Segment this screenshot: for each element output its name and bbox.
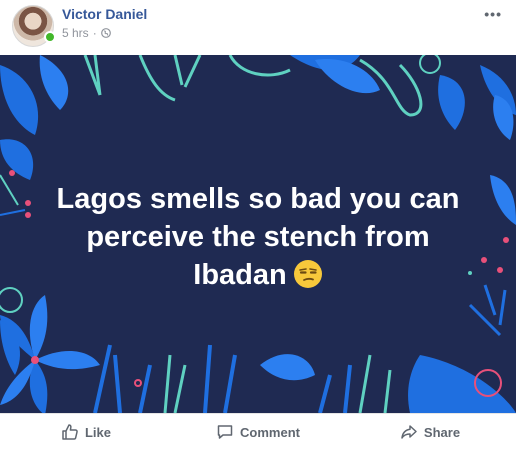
caption-line: perceive the stench from [86, 221, 430, 253]
post-caption: Lagos smells so bad you can perceive the… [0, 180, 516, 294]
more-options-icon[interactable]: ••• [484, 6, 502, 22]
share-button[interactable]: Share [344, 414, 516, 450]
online-status-dot [44, 31, 56, 43]
post-actions: Like Comment Share [0, 413, 516, 450]
post-header: Victor Daniel 5 hrs · ••• [0, 0, 516, 55]
comment-icon [217, 425, 233, 439]
comment-button[interactable]: Comment [172, 414, 344, 450]
post-image[interactable]: Lagos smells so bad you can perceive the… [0, 55, 516, 413]
thumbs-up-icon [62, 424, 78, 440]
like-button[interactable]: Like [0, 414, 172, 450]
caption-line: Lagos smells so bad you can [56, 183, 460, 215]
author-name[interactable]: Victor Daniel [62, 6, 147, 22]
post-timestamp[interactable]: 5 hrs [62, 26, 89, 40]
share-arrow-icon [401, 425, 417, 439]
caption-line-text: Ibadan [193, 259, 287, 291]
meta-separator: · [92, 26, 97, 40]
share-label: Share [423, 424, 461, 440]
post-meta: 5 hrs · [62, 26, 111, 40]
globe-icon[interactable] [100, 28, 111, 38]
facebook-post: Victor Daniel 5 hrs · ••• Lagos smells s… [0, 0, 516, 450]
caption-line-last: Ibadan [0, 256, 516, 294]
unamused-face-emoji-icon [293, 260, 322, 288]
comment-label: Comment [240, 424, 300, 440]
like-label: Like [84, 424, 111, 440]
